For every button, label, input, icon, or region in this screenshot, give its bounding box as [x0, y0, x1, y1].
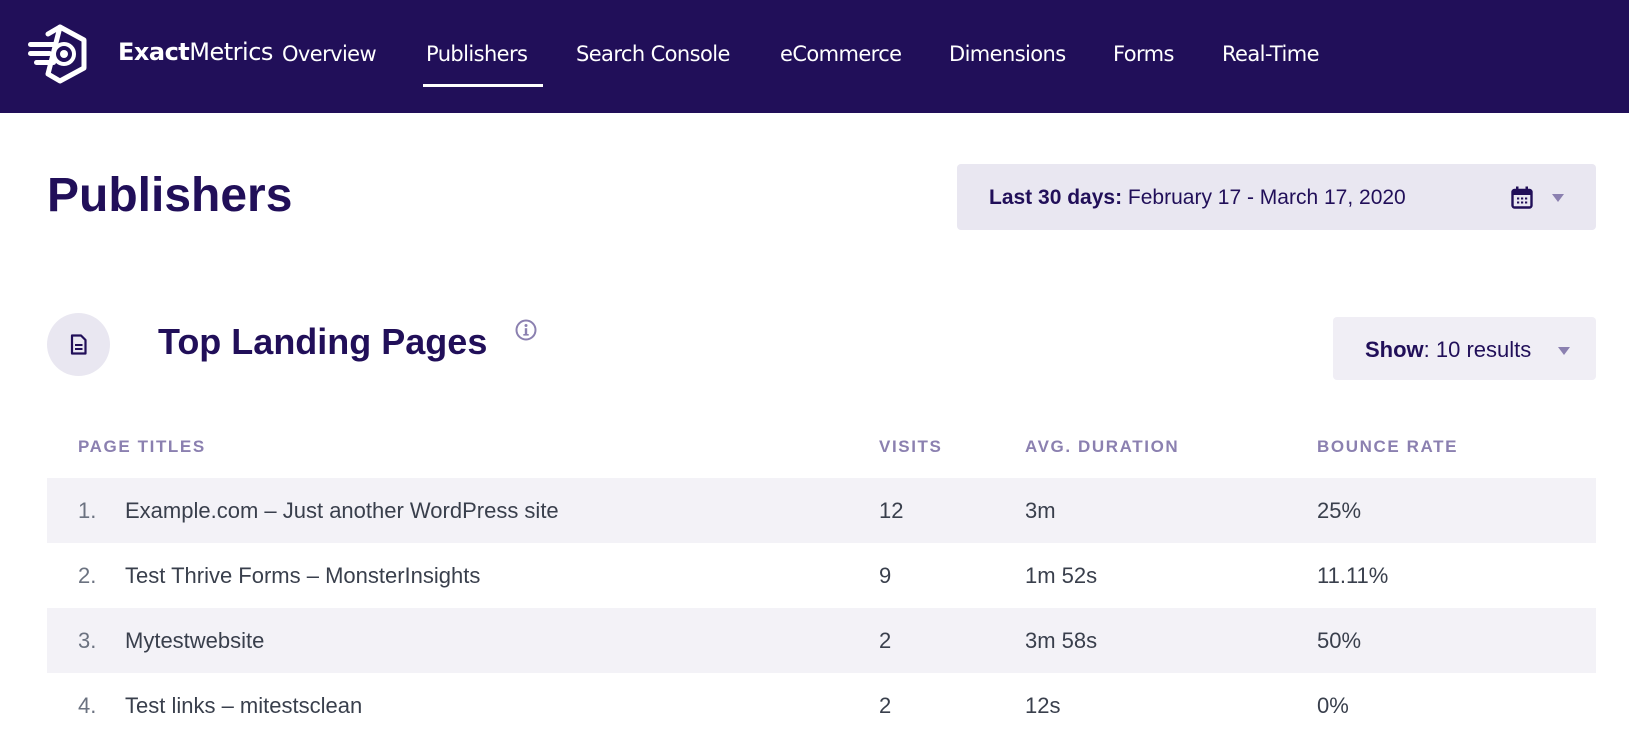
visits-cell: 9 [879, 563, 892, 588]
brand-light: Metrics [189, 38, 273, 66]
nav-real-time[interactable]: Real-Time [1222, 42, 1320, 66]
section-icon-badge [47, 313, 110, 376]
document-icon [70, 334, 87, 355]
visits-cell: 2 [879, 628, 892, 653]
page-title-cell[interactable]: Test Thrive Forms – MonsterInsights [125, 563, 480, 589]
nav-search-console[interactable]: Search Console [576, 42, 730, 66]
section-title: Top Landing Pages [158, 321, 488, 362]
page-title-cell[interactable]: Mytestwebsite [125, 628, 264, 654]
row-number: 1. [78, 498, 97, 523]
date-range-value: February 17 - March 17, 2020 [1127, 186, 1406, 209]
column-header-avg-duration[interactable]: AVG. DURATION [1025, 437, 1179, 457]
brand-name: ExactMetrics [118, 38, 273, 66]
row-number: 4. [78, 693, 97, 718]
nav-forms[interactable]: Forms [1113, 42, 1174, 66]
bounce-rate-cell: 0% [1317, 693, 1349, 718]
visits-cell: 2 [879, 693, 892, 718]
avg-duration-cell: 1m 52s [1025, 563, 1098, 588]
bounce-rate-cell: 11.11% [1317, 563, 1389, 588]
column-header-bounce-rate[interactable]: BOUNCE RATE [1317, 437, 1458, 457]
nav-ecommerce[interactable]: eCommerce [780, 42, 902, 66]
page-title: Publishers [47, 169, 293, 222]
column-header-visits[interactable]: VISITS [879, 437, 942, 457]
results-count-prefix: Show [1365, 337, 1424, 362]
chevron-down-icon [1552, 194, 1564, 202]
table-row[interactable]: 3. Mytestwebsite 2 3m 58s 50% [47, 608, 1596, 673]
avg-duration-cell: 12s [1025, 693, 1061, 718]
column-header-page-titles: PAGE TITLES [78, 437, 206, 456]
date-range-prefix: Last 30 days: [989, 186, 1123, 209]
row-number: 2. [78, 563, 97, 588]
info-icon[interactable] [515, 319, 537, 341]
row-number: 3. [78, 628, 97, 653]
table-row[interactable]: 4. Test links – mitestsclean 2 12s 0% [47, 673, 1596, 736]
bounce-rate-cell: 50% [1317, 628, 1362, 653]
calendar-icon [1511, 186, 1533, 209]
nav-publishers[interactable]: Publishers [426, 42, 528, 66]
table-row[interactable]: 2. Test Thrive Forms – MonsterInsights 9… [47, 543, 1596, 608]
page-title-cell[interactable]: Example.com – Just another WordPress sit… [125, 498, 559, 524]
brand-bold: Exact [118, 38, 190, 66]
results-count-value: : 10 results [1423, 337, 1532, 362]
page-title-cell[interactable]: Test links – mitestsclean [125, 693, 362, 719]
top-navigation-bar: ExactMetrics Overview Publishers Search … [0, 0, 1629, 113]
bounce-rate-cell: 25% [1317, 498, 1362, 523]
results-count-select[interactable]: Show: 10 results [1333, 317, 1596, 380]
nav-overview[interactable]: Overview [282, 42, 377, 66]
avg-duration-cell: 3m 58s [1025, 628, 1098, 653]
exactmetrics-logo-icon[interactable] [26, 24, 94, 84]
chevron-down-icon [1558, 347, 1570, 355]
visits-cell: 12 [879, 498, 904, 523]
results-count-label: Show: 10 results [1365, 337, 1531, 363]
date-range-picker[interactable]: Last 30 days: February 17 - March 17, 20… [957, 164, 1596, 230]
date-range-label: Last 30 days: February 17 - March 17, 20… [989, 186, 1406, 210]
table-row[interactable]: 1. Example.com – Just another WordPress … [47, 478, 1596, 543]
nav-dimensions[interactable]: Dimensions [949, 42, 1066, 66]
active-tab-indicator [423, 84, 543, 87]
avg-duration-cell: 3m [1025, 498, 1056, 523]
